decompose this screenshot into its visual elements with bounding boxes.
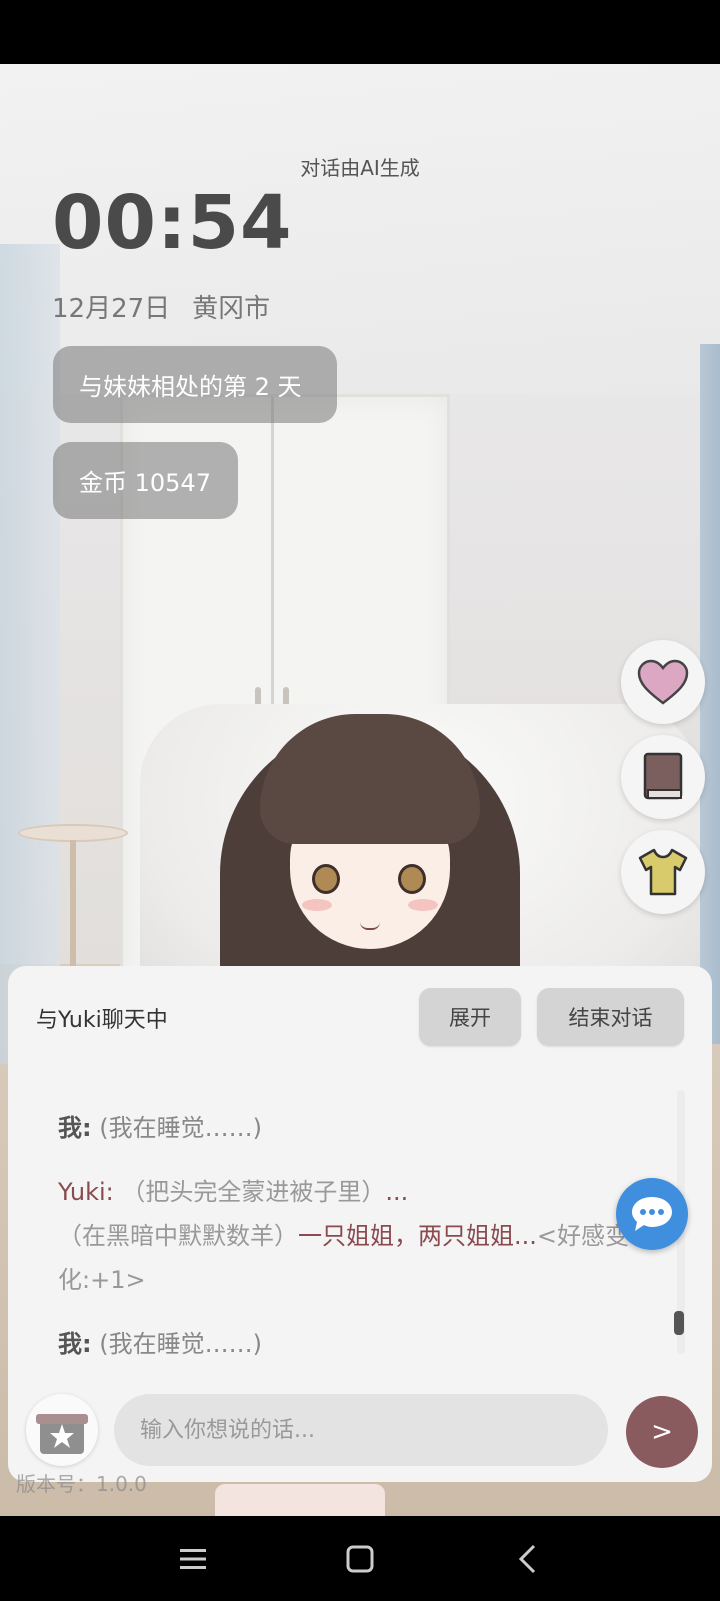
date-text: 12月27日 <box>52 294 171 324</box>
message-text: 一只姐姐，两只姐姐... <box>298 1222 537 1250</box>
speech-bubble-icon <box>632 1197 672 1231</box>
expand-button[interactable]: 展开 <box>419 988 521 1046</box>
chat-title: 与Yuki聊天中 <box>36 1008 168 1033</box>
send-button[interactable]: > <box>626 1396 698 1468</box>
window-light <box>0 244 60 1064</box>
gift-icon <box>36 1414 88 1454</box>
message-input[interactable] <box>114 1394 608 1466</box>
speaker-name: 我: <box>58 1330 92 1358</box>
coins-badge: 金币 10547 <box>53 442 238 519</box>
shirt-icon <box>638 848 688 896</box>
chat-panel: 与Yuki聊天中 展开 结束对话 我: (我在睡觉……) Yuki: （把头完全… <box>8 966 712 1482</box>
message-text: ... <box>385 1178 409 1206</box>
gift-button[interactable] <box>26 1394 98 1466</box>
speaker-name: Yuki: <box>58 1178 114 1206</box>
back-icon <box>518 1544 535 1573</box>
wardrobe-button[interactable] <box>621 830 705 914</box>
menu-nav-button[interactable] <box>163 1539 223 1579</box>
home-nav-button[interactable] <box>330 1539 390 1579</box>
chat-bubble-button[interactable] <box>616 1178 688 1250</box>
end-chat-button[interactable]: 结束对话 <box>537 988 684 1046</box>
message-text: （把头完全蒙进被子里） <box>121 1178 386 1206</box>
game-screen: 对话由AI生成 00:54 12月27日 黄冈市 与妹妹相处的第 2 天 金币 1… <box>0 64 720 1516</box>
chat-message: 我: (我在睡觉……) <box>58 1106 638 1150</box>
chat-scrollbar-thumb[interactable] <box>674 1311 684 1335</box>
back-nav-button[interactable] <box>497 1539 557 1579</box>
clock: 00:54 <box>52 180 293 266</box>
ai-generated-note: 对话由AI生成 <box>300 156 420 180</box>
city-text: 黄冈市 <box>192 294 271 324</box>
eye-right <box>398 864 426 894</box>
chat-messages[interactable]: 我: (我在睡觉……) Yuki: （把头完全蒙进被子里）... （在黑暗中默默数… <box>58 1106 638 1386</box>
message-text: (我在睡觉……) <box>99 1114 262 1142</box>
message-text: (我在睡觉……) <box>99 1330 262 1358</box>
affection-button[interactable] <box>621 640 705 724</box>
status-bar <box>0 0 720 64</box>
book-icon <box>643 752 683 800</box>
days-label: 与妹妹相处的第 2 天 <box>79 373 302 401</box>
date-location: 12月27日 黄冈市 <box>52 288 270 325</box>
character-legs <box>215 1484 385 1516</box>
days-together-badge: 与妹妹相处的第 2 天 <box>53 346 337 423</box>
heart-icon <box>637 659 689 705</box>
chat-message: Yuki: （把头完全蒙进被子里）... （在黑暗中默默数羊）一只姐姐，两只姐姐.… <box>58 1170 638 1302</box>
system-nav-bar <box>0 1516 720 1601</box>
menu-icon <box>180 1548 207 1569</box>
message-text: （在黑暗中默默数羊） <box>58 1222 298 1250</box>
coins-label: 金币 10547 <box>79 469 211 497</box>
speaker-name: 我: <box>58 1114 92 1142</box>
diary-button[interactable] <box>621 735 705 819</box>
chat-message: 我: (我在睡觉……) <box>58 1322 638 1366</box>
version-text: 版本号：1.0.0 <box>16 1472 147 1496</box>
home-icon <box>346 1545 374 1572</box>
eye-left <box>312 864 340 894</box>
